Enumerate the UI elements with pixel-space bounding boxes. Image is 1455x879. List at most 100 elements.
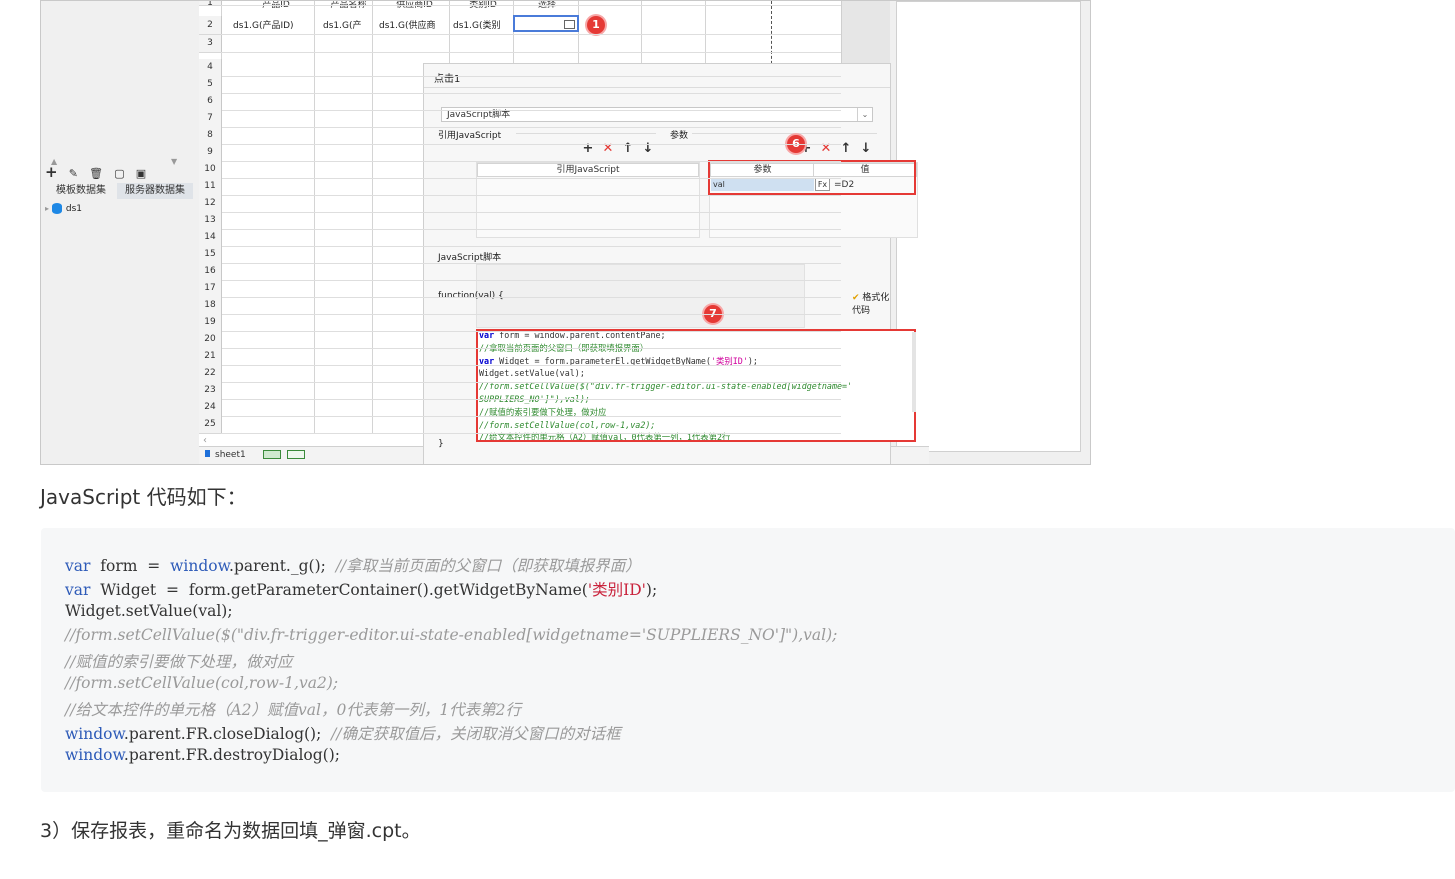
- row-gridline: [221, 76, 841, 77]
- row-gridline: [221, 110, 841, 111]
- closing-brace: }: [438, 439, 444, 449]
- footer-paragraph: 3）保存报表，重命名为数据回填_弹窗.cpt。: [40, 820, 421, 842]
- row-gridline: [221, 416, 841, 417]
- row-gridline: [221, 34, 841, 35]
- tab-template-dataset[interactable]: 模板数据集: [45, 183, 117, 199]
- row-header-10[interactable]: 10: [199, 161, 222, 179]
- dataset-tree: ▸ ds1: [45, 203, 82, 214]
- row-header-20[interactable]: 20: [199, 331, 222, 349]
- event-dialog: 点击1 JavaScript脚本 ⌄ 引用JavaScript 参数 + ✕ ↑ ↓ …: [423, 63, 918, 464]
- format-code-button[interactable]: ✔ 格式化代码: [852, 290, 890, 316]
- code-line-2: var Widget = form.getParameterContainer(…: [65, 581, 658, 599]
- event-type-value: JavaScript脚本: [447, 110, 511, 120]
- row-gridline: [221, 212, 841, 213]
- row-header-14[interactable]: 14: [199, 229, 222, 247]
- row-header-5[interactable]: 5: [199, 76, 222, 94]
- row-header-17[interactable]: 17: [199, 280, 222, 298]
- delete-icon[interactable]: 🗑: [89, 167, 103, 180]
- row-gridline: [221, 229, 841, 230]
- dataset-toolbar: + ✎ 🗑 ▢ ▣: [45, 163, 195, 183]
- row-header-25[interactable]: 25: [199, 416, 222, 434]
- row-gridline: [221, 144, 841, 145]
- sheet-tab-sheet1[interactable]: sheet1: [215, 450, 246, 460]
- code-line-9: window.parent.FR.destroyDialog();: [65, 746, 340, 764]
- row-gridline: [221, 178, 841, 179]
- param-down-icon[interactable]: ↓: [856, 141, 876, 156]
- cell-c2[interactable]: ds1.G(产: [323, 18, 371, 31]
- row-header-24[interactable]: 24: [199, 399, 222, 417]
- row-header-12[interactable]: 12: [199, 195, 222, 213]
- cell-d2[interactable]: ds1.G(供应商: [379, 18, 447, 31]
- database-icon: [51, 203, 62, 214]
- column-header-category-id: 类别ID: [453, 1, 513, 13]
- row-header-7[interactable]: 7: [199, 110, 222, 128]
- tree-item-ds1[interactable]: ds1: [66, 204, 82, 214]
- refresh-icon[interactable]: ▣: [136, 167, 146, 180]
- column-header-supplier-id: 供应商ID: [377, 1, 452, 13]
- row-header-15[interactable]: 15: [199, 246, 222, 264]
- preview-icon[interactable]: ▢: [114, 167, 124, 180]
- row-gridline: [221, 93, 841, 94]
- row-header-4[interactable]: 4: [199, 59, 222, 77]
- import-js-column: 引用JavaScript: [477, 163, 699, 177]
- row-header-3[interactable]: 3: [199, 35, 222, 53]
- add-dataset-icon[interactable]: +: [45, 163, 58, 181]
- row-gridline: [221, 195, 841, 196]
- row-header-9[interactable]: 9: [199, 144, 222, 162]
- chevron-down-icon[interactable]: ⌄: [857, 108, 872, 121]
- edit-icon[interactable]: ✎: [69, 167, 78, 180]
- section-heading: JavaScript 代码如下：: [40, 485, 247, 509]
- row-gridline: [221, 348, 841, 349]
- row-header-11[interactable]: 11: [199, 178, 222, 196]
- row-gridline: [221, 280, 841, 281]
- cell-b2[interactable]: ds1.G(产品ID): [233, 18, 313, 31]
- code-line-7: //给文本控件的单元格（A2）赋值val，0代表第一列，1代表第2行: [65, 701, 522, 719]
- row-header-13[interactable]: 13: [199, 212, 222, 230]
- row-header-19[interactable]: 19: [199, 314, 222, 332]
- row-gridline: [221, 246, 841, 247]
- import-js-list[interactable]: 引用JavaScript: [476, 162, 700, 238]
- code-line-4: //form.setCellValue($("div.fr-trigger-ed…: [65, 626, 838, 644]
- widget-indicator-icon: [564, 20, 575, 29]
- row-gridline: [221, 382, 841, 383]
- row-header-22[interactable]: 22: [199, 365, 222, 383]
- code-line-6: //form.setCellValue(col,row-1,va2);: [65, 674, 339, 692]
- row-gridline: [221, 399, 841, 400]
- add-sheet-icon[interactable]: [263, 450, 281, 459]
- column-header-product-name: 产品名称: [321, 1, 376, 13]
- dataset-panel: ▲ ▼ + ✎ 🗑 ▢ ▣ 模板数据集 服务器数据集 ▸ ds1: [41, 1, 199, 464]
- row-header-18[interactable]: 18: [199, 297, 222, 315]
- row-gridline: [221, 52, 841, 53]
- row-header-16[interactable]: 16: [199, 263, 222, 281]
- column-header-product-id: 产品ID: [231, 1, 321, 13]
- code-line-5: //赋值的索引要做下处理，做对应: [65, 653, 293, 671]
- row-gridline: [221, 127, 841, 128]
- dialog-title: 点击1: [434, 74, 461, 85]
- row-header-1[interactable]: 1: [199, 1, 222, 8]
- column-header-select: 选择: [513, 1, 581, 13]
- brush-icon: ✔: [852, 293, 860, 303]
- script-label: JavaScript脚本: [438, 253, 502, 263]
- import-js-label: 引用JavaScript: [438, 131, 502, 141]
- sheet-icon: [205, 450, 210, 457]
- code-scrollbar[interactable]: [912, 332, 916, 412]
- code-highlight-box: [476, 329, 916, 442]
- code-line-3: Widget.setValue(val);: [65, 602, 233, 620]
- scroll-left-icon[interactable]: ‹: [203, 435, 207, 446]
- row-gridline: [221, 161, 841, 162]
- tab-server-dataset[interactable]: 服务器数据集: [117, 183, 193, 199]
- row-header-21[interactable]: 21: [199, 348, 222, 366]
- row-header-8[interactable]: 8: [199, 127, 222, 145]
- function-signature: function(val) {: [438, 291, 504, 301]
- row-header-2[interactable]: 2: [199, 16, 222, 35]
- row-header-23[interactable]: 23: [199, 382, 222, 400]
- params-label: 参数: [670, 131, 689, 141]
- row-header-6[interactable]: 6: [199, 93, 222, 111]
- row-gridline: [221, 331, 841, 332]
- code-block: var form = window.parent._g(); //拿取当前页面的…: [41, 528, 1455, 792]
- add-form-sheet-icon[interactable]: [287, 450, 305, 459]
- code-line-8: window.parent.FR.closeDialog(); //确定获取值后…: [65, 725, 621, 743]
- tree-expand-icon[interactable]: ▸: [45, 204, 49, 213]
- cell-e2[interactable]: ds1.G(类别: [453, 18, 511, 31]
- selected-cell-f2[interactable]: [513, 15, 579, 32]
